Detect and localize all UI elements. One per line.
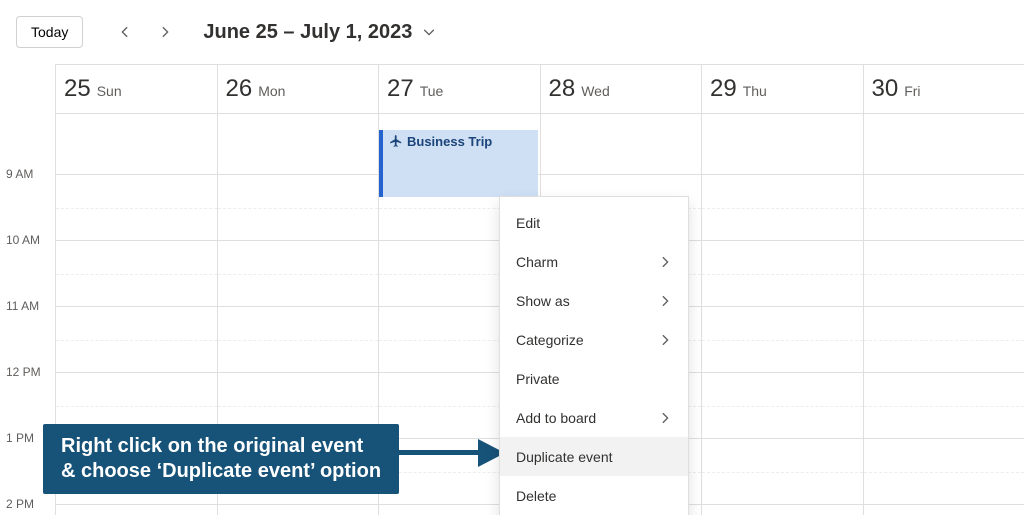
day-headers: 25 Sun 26 Mon 27 Tue 28 Wed 29 Thu 30 Fr… — [55, 64, 1024, 114]
ctx-label: Charm — [516, 254, 558, 270]
time-label: 9 AM — [0, 167, 55, 181]
day-number: 27 — [387, 75, 414, 103]
ctx-label: Edit — [516, 215, 540, 231]
time-label: 12 PM — [0, 365, 55, 379]
chevron-right-icon — [158, 25, 172, 39]
nav-arrows — [105, 20, 185, 44]
day-label: Tue — [420, 83, 444, 99]
ctx-categorize[interactable]: Categorize — [500, 320, 688, 359]
annotation-arrow-icon — [398, 440, 505, 466]
today-button[interactable]: Today — [16, 16, 83, 48]
date-range-label: June 25 – July 1, 2023 — [203, 21, 412, 44]
ctx-private[interactable]: Private — [500, 359, 688, 398]
ctx-label: Show as — [516, 293, 570, 309]
annotation-callout: Right click on the original event & choo… — [43, 424, 399, 494]
day-number: 25 — [64, 75, 91, 103]
day-header[interactable]: 26 Mon — [217, 65, 379, 113]
event-business-trip[interactable]: Business Trip — [379, 130, 538, 197]
ctx-edit[interactable]: Edit — [500, 203, 688, 242]
day-number: 28 — [549, 75, 576, 103]
day-header[interactable]: 25 Sun — [55, 65, 217, 113]
next-week-button[interactable] — [153, 20, 177, 44]
day-label: Wed — [581, 83, 610, 99]
day-header[interactable]: 28 Wed — [540, 65, 702, 113]
day-header[interactable]: 29 Thu — [701, 65, 863, 113]
time-label: 11 AM — [0, 299, 55, 313]
ctx-add-to-board[interactable]: Add to board — [500, 398, 688, 437]
ctx-label: Duplicate event — [516, 449, 613, 465]
event-title: Business Trip — [407, 134, 492, 149]
day-header[interactable]: 30 Fri — [863, 65, 1024, 113]
time-label: 10 AM — [0, 233, 55, 247]
ctx-duplicate-event[interactable]: Duplicate event — [500, 437, 688, 476]
time-label: 2 PM — [0, 497, 55, 511]
ctx-label: Categorize — [516, 332, 584, 348]
day-number: 30 — [872, 75, 899, 103]
chevron-left-icon — [118, 25, 132, 39]
day-label: Thu — [743, 83, 767, 99]
chevron-right-icon — [658, 294, 672, 308]
day-label: Mon — [258, 83, 285, 99]
day-header[interactable]: 27 Tue — [378, 65, 540, 113]
ctx-label: Add to board — [516, 410, 596, 426]
day-number: 29 — [710, 75, 737, 103]
ctx-show-as[interactable]: Show as — [500, 281, 688, 320]
chevron-right-icon — [658, 333, 672, 347]
chevron-right-icon — [658, 255, 672, 269]
chevron-down-icon — [422, 25, 436, 39]
airplane-icon — [389, 134, 403, 151]
day-label: Sun — [97, 83, 122, 99]
day-column-fri[interactable] — [863, 114, 1024, 515]
ctx-delete[interactable]: Delete — [500, 476, 688, 515]
prev-week-button[interactable] — [113, 20, 137, 44]
callout-line2: & choose ‘Duplicate event’ option — [61, 459, 381, 484]
ctx-label: Private — [516, 371, 560, 387]
day-number: 26 — [226, 75, 253, 103]
callout-line1: Right click on the original event — [61, 434, 381, 459]
day-label: Fri — [904, 83, 920, 99]
date-range-picker[interactable]: June 25 – July 1, 2023 — [203, 21, 436, 44]
chevron-right-icon — [658, 411, 672, 425]
calendar-header: Today June 25 – July 1, 2023 — [0, 0, 1024, 64]
day-column-thu[interactable] — [701, 114, 863, 515]
ctx-label: Delete — [516, 488, 556, 504]
context-menu: Edit Charm Show as Categorize Private Ad… — [499, 196, 689, 515]
ctx-charm[interactable]: Charm — [500, 242, 688, 281]
